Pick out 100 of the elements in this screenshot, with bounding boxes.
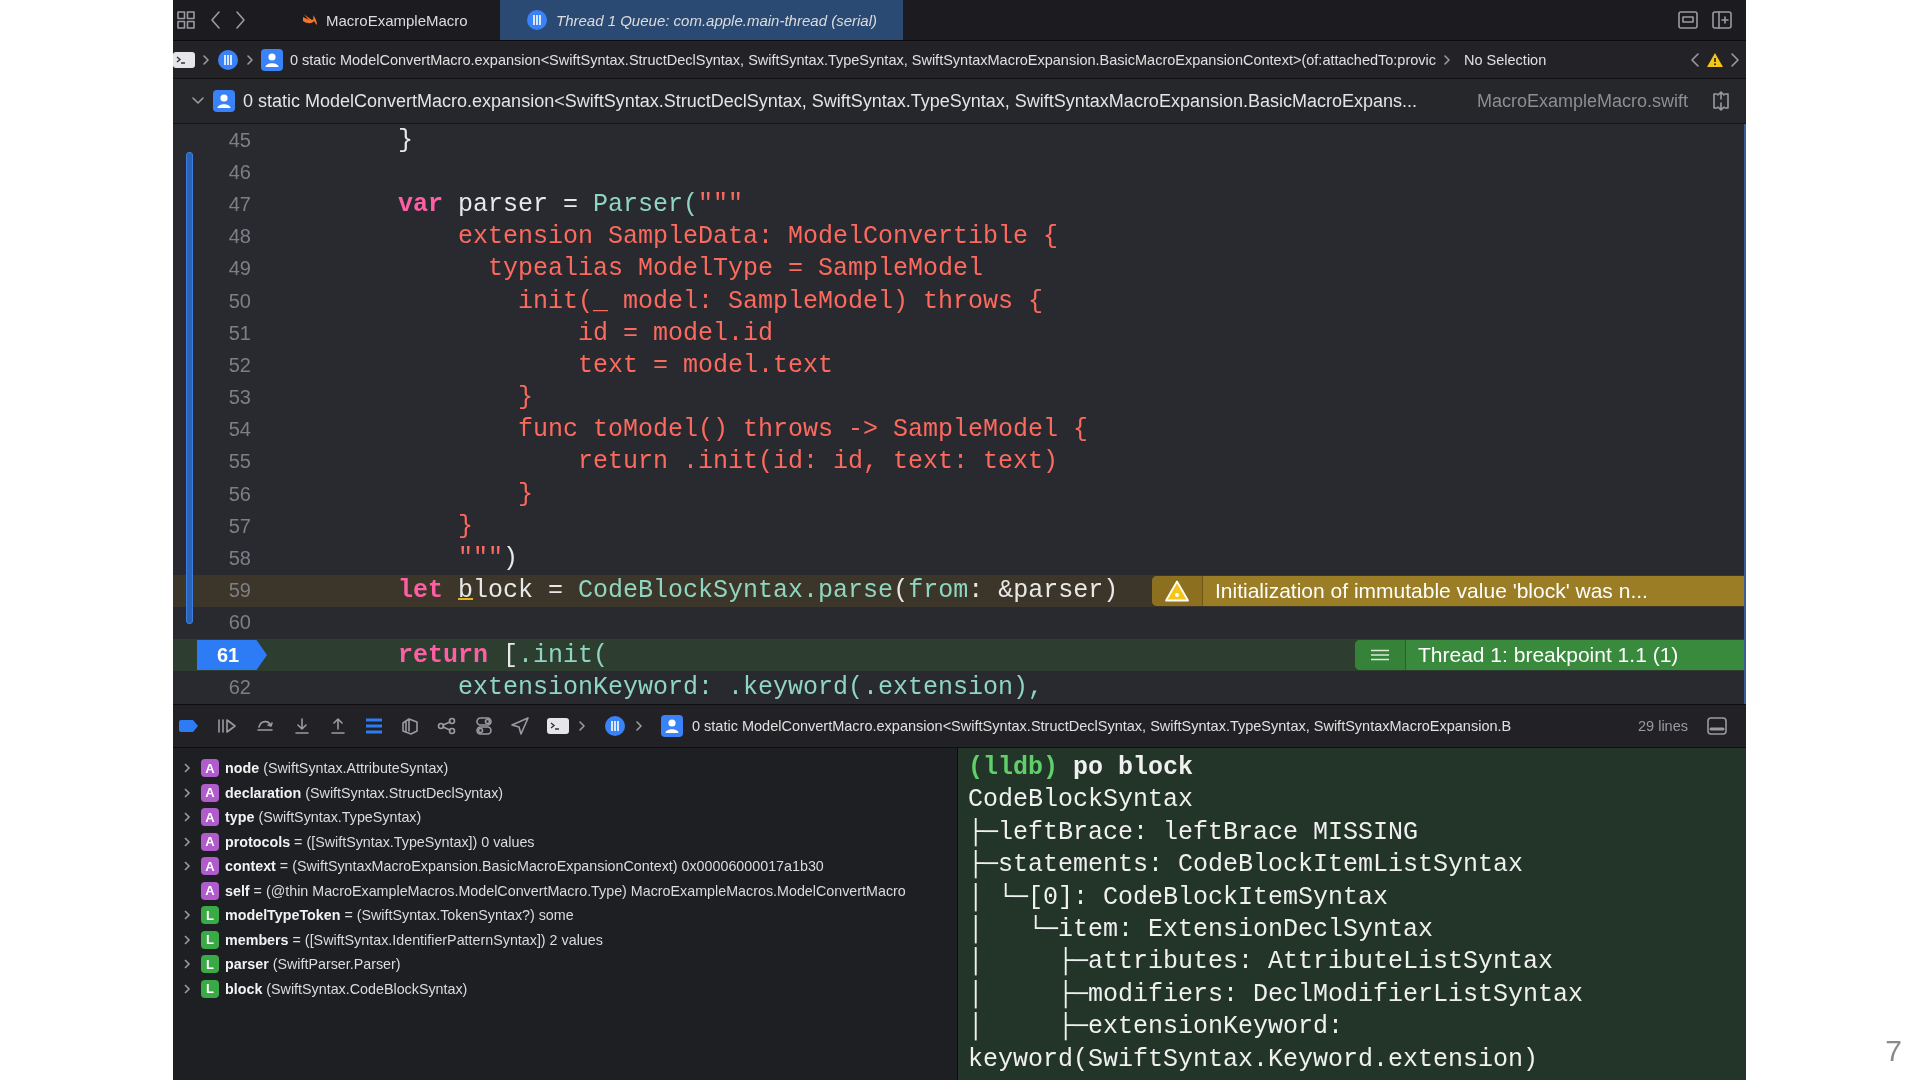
code-line: extensionKeyword: .keyword(.extension), (457, 672, 1044, 702)
line-number: 47 (228, 192, 251, 216)
console-line: │ ├─modifiers: DeclModifierListSyntax (968, 978, 1585, 1011)
code-line: } (457, 511, 473, 541)
forward-icon[interactable] (235, 10, 247, 30)
variable-entry[interactable]: self = (@thin MacroExampleMacros.ModelConvertMacro.Type) MacroExampleMacros.ModelConvertMacro (225, 882, 906, 899)
disclosure-icon[interactable] (183, 933, 191, 946)
chevron-icon (1443, 52, 1452, 67)
person-icon[interactable] (213, 90, 235, 112)
continue-icon[interactable] (217, 718, 237, 734)
back-icon[interactable] (1690, 51, 1700, 68)
stack-icon[interactable] (365, 718, 383, 734)
disclosure-icon[interactable] (183, 860, 191, 873)
thread-icon[interactable] (217, 48, 239, 71)
variable-entry[interactable]: modelTypeToken = (SwiftSyntax.TokenSyntax?) some (225, 907, 574, 924)
thread-icon[interactable] (604, 715, 626, 737)
console-line: ├─statements: CodeBlockItemListSyntax (968, 849, 1525, 882)
terminal-icon[interactable] (547, 718, 569, 734)
disclosure-icon[interactable] (183, 835, 191, 848)
variable-entry[interactable]: members = ([SwiftSyntax.IdentifierPatternSyntax]) 2 values (225, 931, 603, 948)
code-line: id = model.id (577, 318, 774, 348)
variable-badge: A (201, 808, 219, 827)
layers-icon[interactable] (401, 717, 419, 735)
line-number: 57 (228, 514, 251, 538)
code-line: } (517, 383, 534, 413)
line-number: 56 (228, 482, 251, 506)
panel-icon[interactable] (1678, 11, 1698, 29)
code-line: init(_ model: SampleModel) throws { (517, 286, 1044, 316)
terminal-icon[interactable] (173, 51, 195, 68)
warning-icon (1165, 579, 1189, 602)
add-panel-icon[interactable] (1712, 11, 1732, 29)
graph-icon[interactable] (437, 717, 457, 735)
person-icon[interactable] (261, 48, 283, 71)
chevron-icon (635, 719, 643, 733)
breakpoints-icon[interactable] (179, 720, 199, 732)
variable-badge: A (201, 857, 219, 876)
variable-entry[interactable]: context = (SwiftSyntaxMacroExpansion.BasicMacroExpansionContext) 0x00006000017a1b30 (225, 858, 824, 875)
disclosure-icon[interactable] (183, 958, 191, 971)
console-line: │ └─[0]: CodeBlockItemSyntax (968, 881, 1390, 914)
person-icon[interactable] (661, 715, 683, 737)
disclosure-icon[interactable] (183, 762, 191, 775)
warning-icon[interactable] (1706, 51, 1724, 68)
variable-badge: A (201, 783, 219, 802)
variable-entry[interactable]: type (SwiftSyntax.TypeSyntax) (225, 809, 422, 826)
line-number: 46 (228, 160, 251, 184)
console-line: ├─leftBrace: leftBrace MISSING (968, 816, 1420, 849)
variable-entry[interactable]: declaration (SwiftSyntax.StructDeclSyntax) (225, 784, 504, 801)
page-number: 7 (1885, 1034, 1902, 1068)
function-title[interactable]: 0 static ModelConvertMacro.expansion<SwiftSyntax.StructDeclSyntax, SwiftSyntax.TypeSyntax, SwiftSyntaxMacroExpansion.BasicMacroExpans... (243, 90, 1417, 112)
chevron-icon (578, 719, 586, 733)
editor-tab[interactable]: MacroExampleMacro (290, 0, 500, 40)
code-line: } (517, 479, 534, 509)
bottom-panel-icon[interactable] (1707, 717, 1727, 735)
disclosure-icon[interactable] (183, 811, 191, 824)
disclosure-icon[interactable] (183, 982, 191, 995)
file-name[interactable]: MacroExampleMacro.swift (1476, 90, 1702, 112)
line-number: 50 (228, 289, 251, 313)
thread-banner[interactable]: Thread 1: breakpoint 1.1 (1) (1355, 640, 1744, 671)
forward-icon[interactable] (1730, 51, 1740, 68)
split-arrows-icon[interactable] (1710, 90, 1732, 112)
line-number: 51 (228, 321, 251, 345)
grid-icon[interactable] (177, 11, 195, 29)
line-number: 48 (228, 225, 251, 249)
variable-badge: L (201, 906, 219, 925)
step-into-icon[interactable] (293, 717, 311, 735)
frame-path[interactable]: 0 static ModelConvertMacro.expansion<SwiftSyntax.StructDeclSyntax, SwiftSyntax.TypeSyntax, SwiftSyntaxMacroExpansion.B (692, 718, 1512, 734)
disclosure-icon[interactable] (183, 909, 191, 922)
line-number: 52 (228, 353, 251, 377)
line-count: 29 lines (1638, 718, 1689, 734)
code-line: """) (457, 544, 519, 574)
console-line: │ ├─extensionKeyword: (968, 1011, 1345, 1044)
variable-entry[interactable]: protocols = ([SwiftSyntax.TypeSyntax]) 0 values (225, 833, 535, 850)
line-number: 62 (228, 675, 251, 699)
variable-entry[interactable]: node (SwiftSyntax.AttributeSyntax) (225, 760, 449, 777)
variable-entry[interactable]: block (SwiftSyntax.CodeBlockSyntax) (225, 980, 468, 997)
selection-label: No Selection (1464, 51, 1547, 68)
location-arrow-icon[interactable] (511, 717, 529, 735)
step-over-icon[interactable] (255, 718, 275, 734)
console-line: │ └─item: ExtensionDeclSyntax (968, 913, 1435, 946)
line-number: 45 (228, 128, 251, 152)
line-number: 59 (228, 579, 251, 603)
warning-banner[interactable]: Initialization of immutable value 'block' was n... (1152, 575, 1744, 606)
breakpoint-marker[interactable]: 61 (197, 640, 267, 671)
jump-bar-path[interactable]: 0 static ModelConvertMacro.expansion<SwiftSyntax.StructDeclSyntax, SwiftSyntax.TypeSyntax, SwiftSyntaxMacroExpansion.BasicMacroExpansionContext>(of:attachedTo:provic (290, 51, 1437, 68)
banner-text: Initialization of immutable value 'block' was n... (1202, 575, 1678, 606)
toggle-icon[interactable] (475, 717, 493, 735)
variable-entry[interactable]: parser (SwiftParser.Parser) (225, 956, 401, 973)
code-line: return .init(id: id, text: text) (577, 447, 1059, 477)
back-icon[interactable] (209, 10, 221, 30)
code-line: let block = CodeBlockSyntax.parse(from: &parser) (397, 576, 1119, 606)
chevron-down-icon[interactable] (191, 96, 205, 106)
editor-tab[interactable]: Thread 1 Queue: com.apple.main-thread (serial) (500, 0, 903, 40)
variable-badge: A (201, 881, 219, 900)
variable-badge: L (201, 930, 219, 949)
step-out-icon[interactable] (329, 717, 347, 735)
thread-icon[interactable] (526, 9, 548, 31)
code-line: extension SampleData: ModelConvertible { (457, 222, 1059, 252)
line-number: 53 (228, 386, 251, 410)
disclosure-icon[interactable] (183, 786, 191, 799)
console-line: CodeBlockSyntax (968, 784, 1195, 817)
